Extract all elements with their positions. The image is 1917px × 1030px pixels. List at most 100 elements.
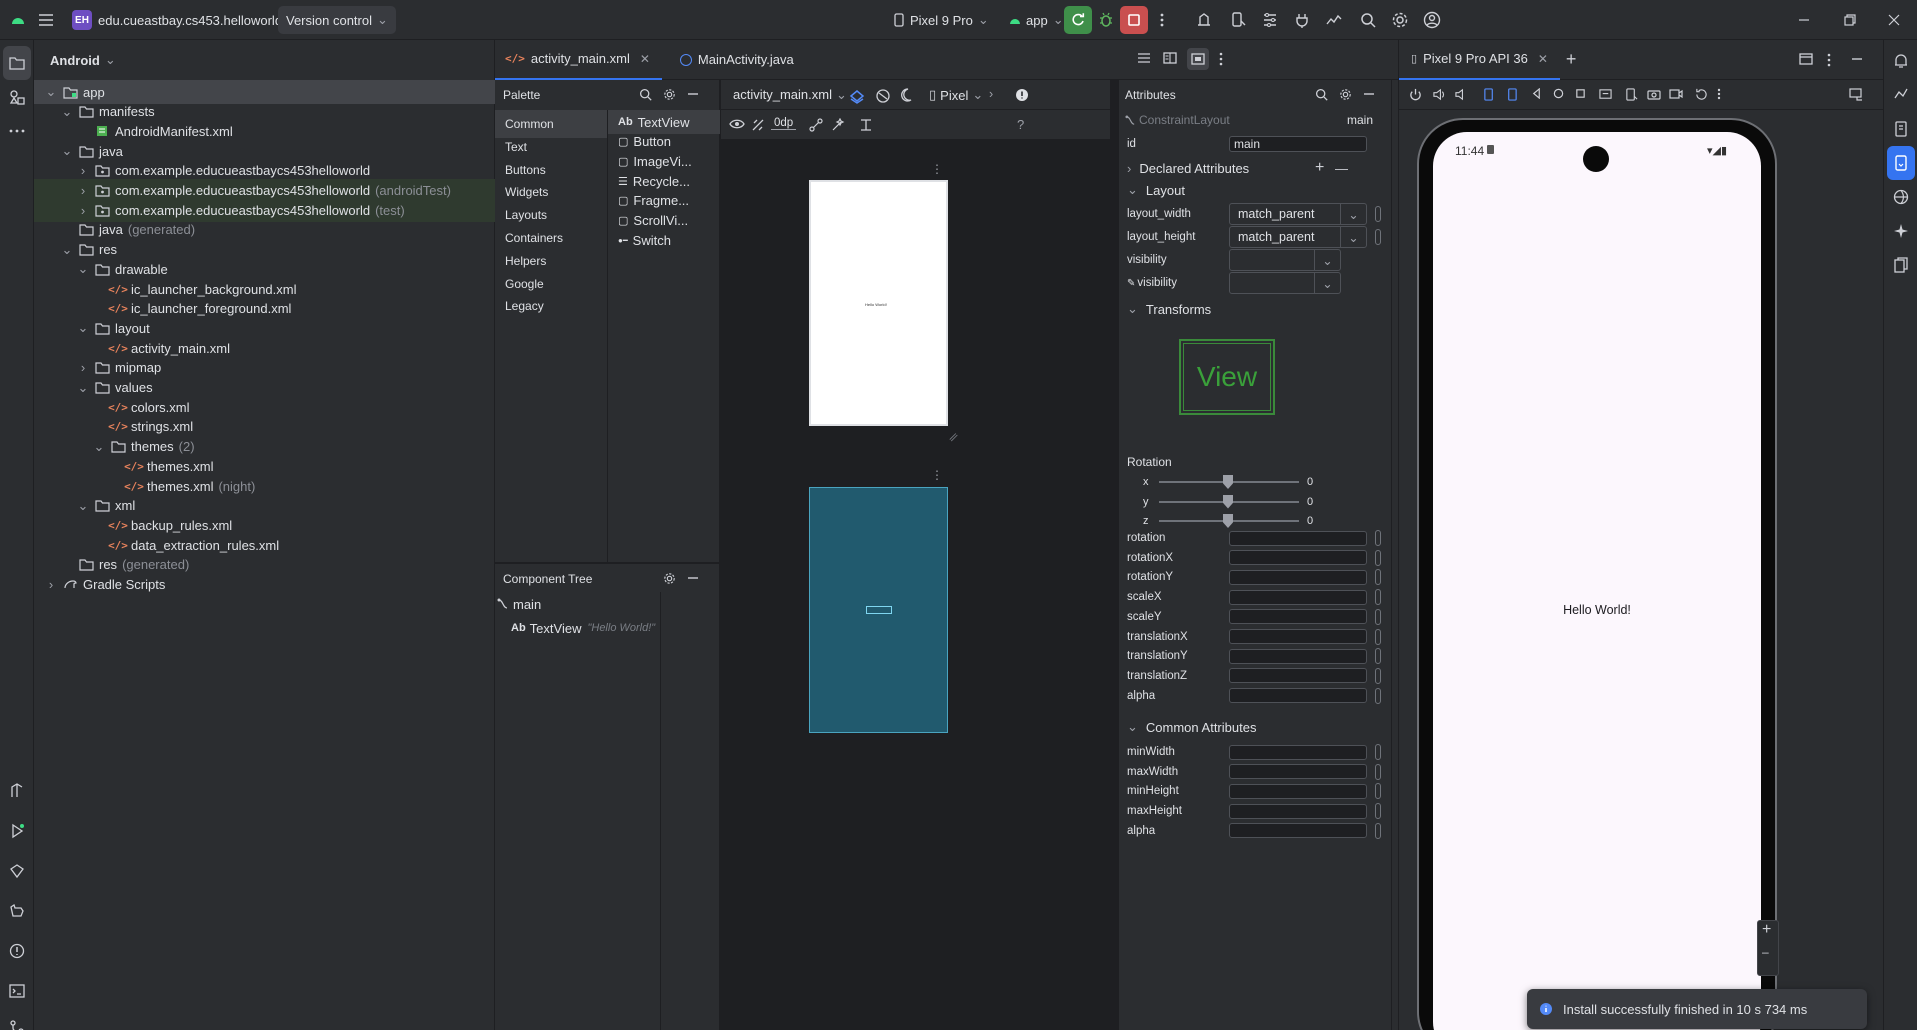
search-icon[interactable] (1354, 6, 1382, 34)
close-icon[interactable]: ✕ (640, 52, 650, 66)
attr-pin[interactable] (1375, 783, 1381, 800)
attr-pin[interactable] (1375, 687, 1381, 704)
chevron-down-icon[interactable]: ⌄ (60, 242, 74, 257)
attr-pin[interactable] (1375, 589, 1381, 606)
code-view-icon[interactable] (1137, 52, 1151, 64)
warning-icon[interactable] (1015, 88, 1029, 102)
add-attribute-icon[interactable]: + (1315, 159, 1324, 177)
remove-attribute-icon[interactable]: — (1335, 161, 1348, 176)
running-more-icon[interactable] (1827, 53, 1831, 67)
search-icon[interactable] (1315, 88, 1328, 101)
attr-pin[interactable] (1375, 530, 1381, 546)
chevron-right-icon[interactable]: › (76, 203, 90, 218)
autoconnect-icon[interactable] (751, 118, 765, 132)
tree-item[interactable]: › Gradle Scripts (34, 573, 495, 597)
design-preview[interactable]: Hello World! (809, 180, 948, 426)
default-margin-selector[interactable]: 0dp (771, 117, 797, 130)
rerun-icon[interactable] (1064, 6, 1092, 34)
ai-assistant-icon[interactable] (1884, 214, 1917, 248)
chevron-down-icon[interactable]: ⌄ (76, 320, 90, 335)
gradle-sync-icon[interactable] (1190, 6, 1218, 34)
design-more-icon[interactable]: ⋮ (931, 162, 943, 176)
phone-screen[interactable]: 11:44 ▾◢▮ Hello World! (1433, 132, 1761, 1030)
attr-field[interactable] (1229, 764, 1367, 780)
night-mode-icon[interactable] (901, 88, 915, 102)
attr-field[interactable] (1229, 688, 1367, 704)
version-control-button[interactable]: Version control ⌄ (278, 6, 396, 34)
minimize-icon[interactable] (687, 88, 699, 100)
layout-file-selector[interactable]: activity_main.xml ⌄ (733, 87, 847, 103)
version-control-tool-icon[interactable] (0, 1010, 34, 1030)
emulator-extended-icon[interactable] (1884, 248, 1917, 282)
attr-pin[interactable] (1375, 206, 1381, 222)
plugins-icon[interactable] (1288, 6, 1316, 34)
blueprint-more-icon[interactable]: ⋮ (931, 468, 943, 482)
zoom-in-icon[interactable]: + (1762, 921, 1771, 939)
screen-record-icon[interactable] (1669, 88, 1683, 100)
chevron-down-icon[interactable]: ⌄ (60, 143, 74, 158)
transforms-section[interactable]: ⌄ Transforms (1119, 297, 1399, 321)
attr-field[interactable] (1229, 648, 1367, 664)
attr-dropdown[interactable]: match_parent ⌄ (1229, 226, 1367, 248)
chevron-right-icon[interactable]: › (76, 360, 90, 375)
layout-inspector-icon[interactable] (1884, 180, 1917, 214)
snapshot-icon[interactable] (1695, 88, 1708, 101)
attr-dropdown[interactable]: ⌄ (1229, 272, 1341, 294)
attr-dropdown[interactable]: match_parent ⌄ (1229, 203, 1367, 225)
mirror-icon[interactable] (1849, 88, 1863, 101)
editor-more-icon[interactable] (1219, 52, 1223, 66)
attr-pin[interactable] (1375, 763, 1381, 780)
fold-icon[interactable] (1599, 88, 1612, 101)
attr-pin[interactable] (1375, 549, 1381, 566)
attr-pin[interactable] (1375, 229, 1381, 245)
volume-down-icon[interactable] (1455, 88, 1468, 101)
search-icon[interactable] (639, 88, 652, 101)
attr-field[interactable] (1229, 609, 1367, 625)
attr-field[interactable] (1229, 823, 1367, 839)
attr-pin[interactable] (1375, 667, 1381, 684)
attr-pin[interactable] (1375, 628, 1381, 645)
build-icon[interactable] (0, 774, 34, 808)
main-menu-icon[interactable] (32, 6, 60, 34)
help-icon[interactable]: ? (1017, 117, 1024, 132)
view-options-icon[interactable] (729, 118, 745, 130)
notifications-icon[interactable] (1884, 44, 1917, 78)
attr-pin[interactable] (1375, 744, 1381, 760)
resource-manager-icon[interactable] (0, 80, 34, 114)
component-textview[interactable]: Ab TextView "Hello World!" (495, 616, 720, 640)
palette-category-legacy[interactable]: Legacy (495, 292, 607, 320)
orientation-icon[interactable] (875, 88, 891, 104)
chevron-down-icon[interactable]: ⌄ (60, 104, 74, 119)
palette-item[interactable]: ●━ Switch (608, 228, 720, 252)
chevron-down-icon[interactable]: ⌄ (76, 261, 90, 276)
split-view-icon[interactable] (1163, 52, 1177, 64)
debug-icon[interactable] (1092, 6, 1120, 34)
project-selector[interactable]: EH edu.cueastbay.cs453.helloworld ⌄ (64, 6, 306, 34)
run-tool-icon[interactable] (0, 814, 34, 848)
chevron-down-icon[interactable]: ⌄ (92, 439, 106, 454)
minimize-icon[interactable] (687, 572, 699, 584)
attr-pin[interactable] (1375, 803, 1381, 820)
rotate-left-icon[interactable] (1483, 88, 1496, 101)
attr-field[interactable] (1229, 530, 1367, 546)
profiler-icon[interactable] (1320, 6, 1348, 34)
project-tool-icon[interactable] (3, 46, 31, 80)
chevron-down-icon[interactable]: ⌄ (76, 498, 90, 513)
design-textview[interactable]: Hello World! (865, 302, 887, 307)
attr-field[interactable] (1229, 569, 1367, 585)
rotate-right-icon[interactable] (1505, 88, 1518, 101)
common-attributes-section[interactable]: ⌄ Common Attributes (1119, 715, 1399, 739)
attr-dropdown[interactable]: ⌄ (1229, 249, 1341, 271)
device-selector[interactable]: Pixel 9 Pro ⌄ (886, 6, 997, 34)
home-icon[interactable] (1553, 88, 1564, 99)
more-tools-icon[interactable] (0, 114, 34, 148)
chevron-right-icon[interactable]: › (44, 577, 58, 592)
run-config-selector[interactable]: app ⌄ (1000, 6, 1072, 34)
overview-icon[interactable] (1575, 88, 1586, 99)
blueprint-preview[interactable] (809, 487, 948, 733)
running-devices-icon[interactable] (1887, 146, 1915, 180)
tab-mainactivity-java[interactable]: MainActivity.java (668, 40, 806, 80)
design-blueprint-icon[interactable] (849, 88, 865, 104)
emulator-more-icon[interactable] (1717, 88, 1721, 100)
chevron-right-icon[interactable]: › (76, 163, 90, 178)
